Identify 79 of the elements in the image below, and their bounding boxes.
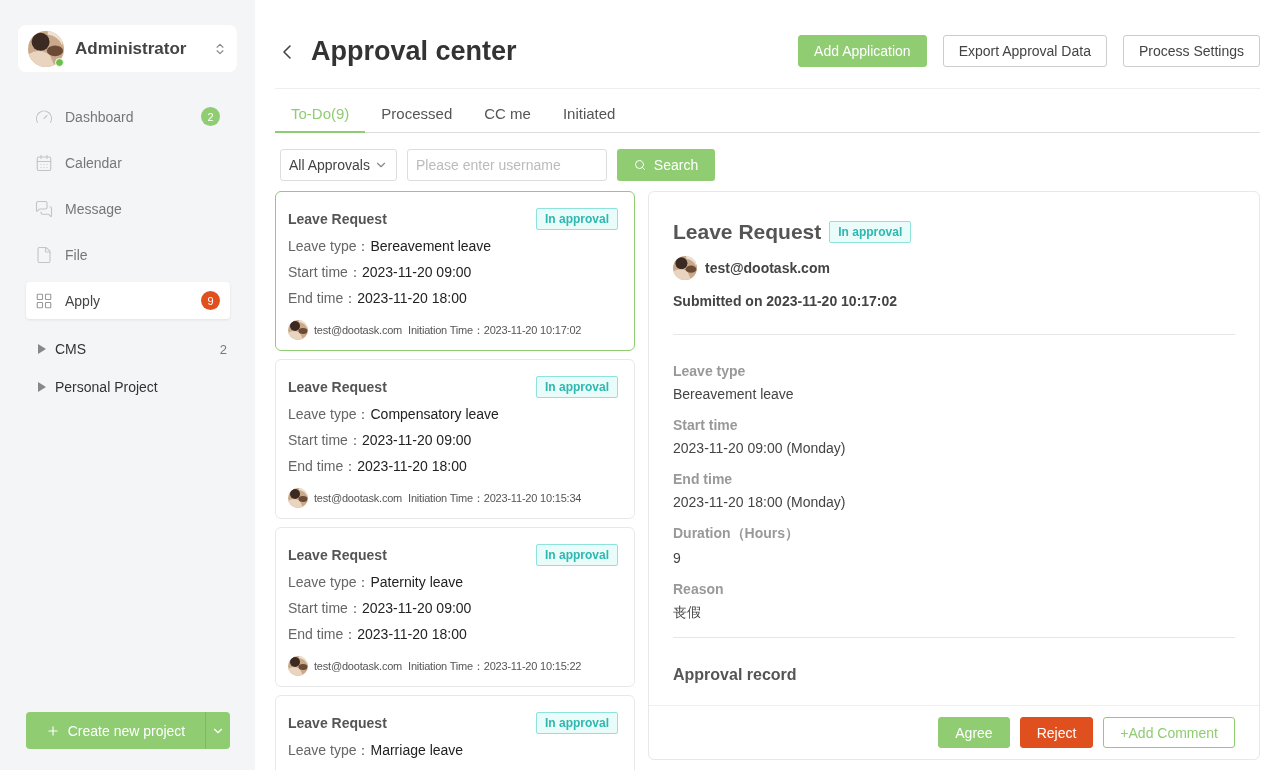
field-label: Reason	[673, 581, 725, 597]
field-label: End time	[673, 471, 734, 487]
user-email: test@dootask.com	[314, 324, 403, 336]
status-tag: In approval	[536, 208, 618, 230]
page-title: Approval center	[311, 36, 518, 67]
sidebar-item[interactable]: File	[26, 236, 230, 273]
action-button[interactable]: Reject	[1019, 717, 1094, 748]
nav-label: File	[65, 246, 89, 263]
file-icon	[35, 245, 53, 264]
plus-icon	[45, 723, 60, 738]
gauge-icon	[35, 107, 53, 126]
request-field: Leave type：Paternity leave	[288, 574, 618, 592]
sidebar-item[interactable]: Apply 9	[26, 282, 230, 319]
request-title: Leave Request	[288, 379, 387, 395]
tab[interactable]: CC me	[468, 100, 547, 133]
chat-icon	[35, 199, 53, 218]
request-field: Leave type：Bereavement leave	[288, 238, 618, 256]
tab[interactable]: Processed	[365, 100, 469, 133]
project-name[interactable]: CMS	[55, 341, 87, 357]
request-field: End time：2023-11-20 18:00	[288, 458, 618, 476]
field-value: 2023-11-20 09:00 (Monday)	[673, 440, 847, 456]
expand-icon[interactable]	[38, 382, 46, 392]
request-card[interactable]: Leave Request In approval Leave type：Marriage leave	[275, 695, 635, 770]
grid-icon	[35, 291, 53, 310]
search-icon	[633, 159, 646, 171]
request-field: Leave type：Compensatory leave	[288, 406, 618, 424]
request-field: End time：2023-11-20 18:00	[288, 626, 618, 644]
username-input[interactable]: Please enter username	[407, 149, 607, 181]
detail-title: Leave Request	[673, 220, 822, 244]
field-label: Duration（Hours）	[673, 525, 800, 543]
initiation-time: Initiation Time：2023-11-20 10:15:34	[408, 490, 582, 506]
status-tag: In approval	[536, 712, 618, 734]
field-label: Start time	[673, 417, 739, 433]
submitted-time: Submitted on 2023-11-20 10:17:02	[673, 293, 899, 309]
request-title: Leave Request	[288, 715, 387, 731]
expand-icon[interactable]	[38, 344, 46, 354]
status-tag: In approval	[536, 376, 618, 398]
header-button[interactable]: Export Approval Data	[942, 35, 1107, 67]
request-field: End time：2023-11-20 18:00	[288, 290, 618, 308]
nav-label: Message	[65, 200, 123, 217]
initiation-time: Initiation Time：2023-11-20 10:17:02	[408, 322, 582, 338]
nav-label: Apply	[65, 292, 102, 309]
header-button[interactable]: Process Settings	[1122, 35, 1260, 67]
status-tag: In approval	[829, 221, 912, 243]
project-count: 2	[219, 341, 227, 357]
user-email: test@dootask.com	[314, 660, 403, 672]
request-title: Leave Request	[288, 547, 387, 563]
user-name: Administrator	[75, 38, 188, 59]
request-title: Leave Request	[288, 211, 387, 227]
initiation-time: Initiation Time：2023-11-20 10:15:22	[408, 658, 582, 674]
sidebar-item[interactable]: Calendar	[26, 144, 230, 181]
sidebar-item[interactable]: Message	[26, 190, 230, 227]
field-label: Leave type	[673, 363, 747, 379]
request-card[interactable]: Leave Request In approval Leave type：Paternity leave Start time：2023-11-20 09:00 End time：2023-11-20 18:00 test@dootask.com Initiation Time：2023-11-20 10:15:22	[275, 527, 635, 687]
request-field: Start time：2023-11-20 09:00	[288, 600, 618, 618]
field-value: Bereavement leave	[673, 386, 795, 402]
request-field: Start time：2023-11-20 09:00	[288, 432, 618, 450]
section-title: Approval record	[673, 666, 798, 684]
user-email: test@dootask.com	[314, 492, 403, 504]
type-select[interactable]: All Approvals	[280, 149, 397, 181]
request-card[interactable]: Leave Request In approval Leave type：Bereavement leave Start time：2023-11-20 09:00 End time：2023-11-20 18:00 test@dootask.com Initiation Time：2023-11-20 10:17:02	[275, 191, 635, 351]
request-field: Leave type：Marriage leave	[288, 742, 618, 760]
tab[interactable]: Initiated	[546, 100, 632, 133]
field-value: 9	[673, 550, 682, 566]
profile-card[interactable]: Administrator	[18, 25, 237, 72]
user-email: test@dootask.com	[705, 260, 830, 276]
field-value: 2023-11-20 18:00 (Monday)	[673, 494, 847, 510]
field-value: 丧假	[673, 604, 702, 622]
request-field: Start time：2023-11-20 09:00	[288, 264, 618, 282]
calendar-icon	[35, 153, 53, 172]
nav-label: Dashboard	[65, 108, 135, 125]
nav-label: Calendar	[65, 154, 123, 171]
dropdown-button[interactable]	[205, 712, 230, 749]
project-name[interactable]: Personal Project	[55, 379, 158, 395]
status-tag: In approval	[536, 544, 618, 566]
request-card[interactable]: Leave Request In approval Leave type：Compensatory leave Start time：2023-11-20 09:00 End time：2023-11-20 18:00 test@dootask.com Initiation Time：2023-11-20 10:15:34	[275, 359, 635, 519]
count-badge: 2	[201, 107, 220, 126]
sidebar-item[interactable]: Dashboard 2	[26, 98, 230, 135]
count-badge: 9	[201, 291, 220, 310]
